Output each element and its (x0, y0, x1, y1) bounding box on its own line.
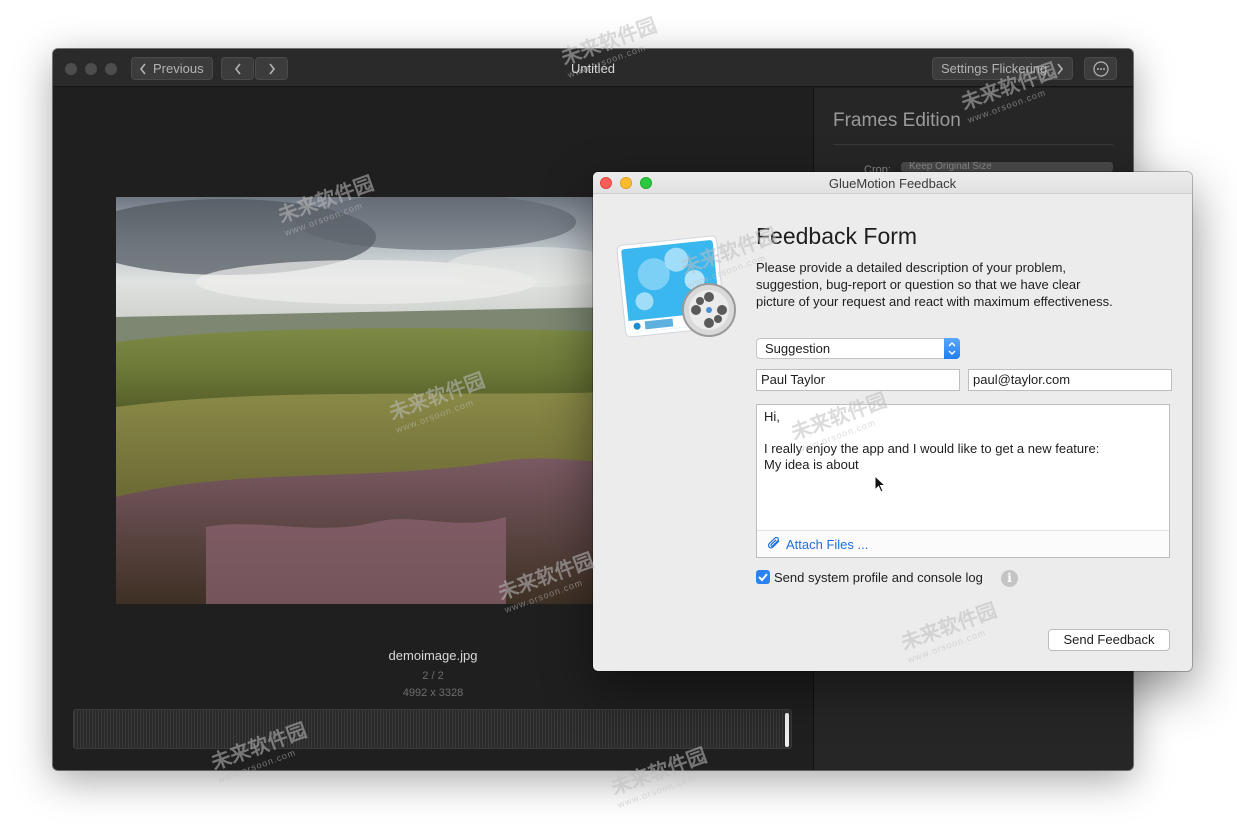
panel-title: Frames Edition (833, 110, 961, 131)
send-feedback-button[interactable]: Send Feedback (1048, 629, 1170, 651)
feedback-description: Please provide a detailed description of… (756, 260, 1113, 309)
feedback-heading: Feedback Form (756, 223, 918, 249)
crop-popup[interactable]: Keep Original Size (901, 162, 1113, 172)
attach-files-link[interactable]: Attach Files ... (786, 537, 868, 552)
timeline-scrubber[interactable] (73, 709, 792, 749)
panel-divider (833, 144, 1113, 145)
updown-chevron-icon (944, 338, 960, 359)
message-textarea[interactable]: Hi, I really enjoy the app and I would l… (756, 404, 1170, 558)
feedback-titlebar: GlueMotion Feedback (593, 172, 1192, 194)
send-system-profile-checkbox[interactable] (756, 570, 770, 584)
feedback-window: GlueMotion Feedback Feedback Form Please… (593, 172, 1192, 671)
landscape-photo (116, 197, 616, 604)
image-counter: 2 / 2 (422, 670, 444, 682)
info-icon[interactable]: i (1001, 570, 1018, 587)
paperclip-icon (767, 537, 780, 549)
email-field[interactable]: paul@taylor.com (968, 369, 1172, 391)
crop-value: Keep Original Size (909, 162, 992, 172)
feedback-type-value: Suggestion (765, 341, 831, 356)
attach-bar: Attach Files ... (757, 530, 1169, 557)
main-titlebar: Previous Untitled Settings Flickering (53, 49, 1133, 87)
image-dimensions: 4992 x 3328 (402, 687, 464, 699)
settings-flickering-button[interactable]: Settings Flickering (932, 57, 1073, 80)
feedback-window-title: GlueMotion Feedback (828, 176, 957, 191)
checkmark-icon (758, 573, 768, 582)
send-system-profile-label: Send system profile and console log (774, 570, 983, 585)
mouse-cursor-icon (874, 475, 886, 493)
timeline-playhead[interactable] (785, 713, 789, 747)
gluemotion-app-icon (616, 235, 736, 338)
name-field[interactable]: Paul Taylor (756, 369, 960, 391)
message-text: Hi, I really enjoy the app and I would l… (764, 409, 1100, 472)
ellipsis-circle-icon (1093, 61, 1109, 77)
feedback-type-select[interactable]: Suggestion (756, 338, 960, 359)
watermark-url: www.orsoon.com (616, 772, 698, 810)
more-options-button[interactable] (1084, 57, 1117, 80)
chevron-right-icon (1057, 63, 1064, 75)
settings-flickering-label: Settings Flickering (941, 61, 1048, 76)
